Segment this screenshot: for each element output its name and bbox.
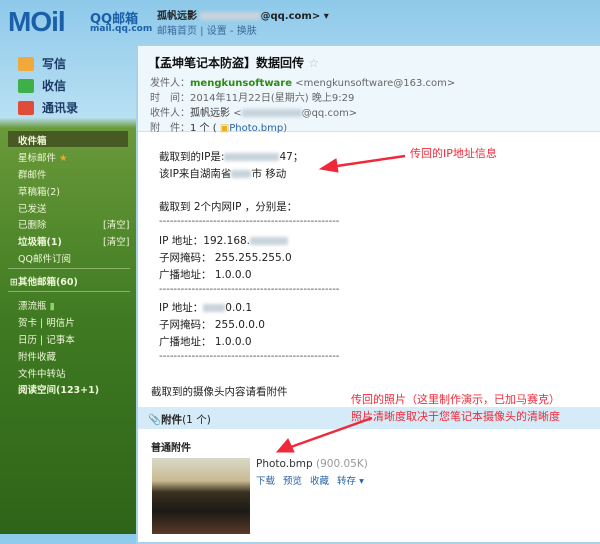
annotation-arrows (275, 154, 406, 453)
arrow-head-icon (275, 438, 295, 453)
arrow-photo (287, 416, 373, 450)
arrow-head-icon (318, 158, 339, 173)
arrow-ip (329, 154, 406, 169)
